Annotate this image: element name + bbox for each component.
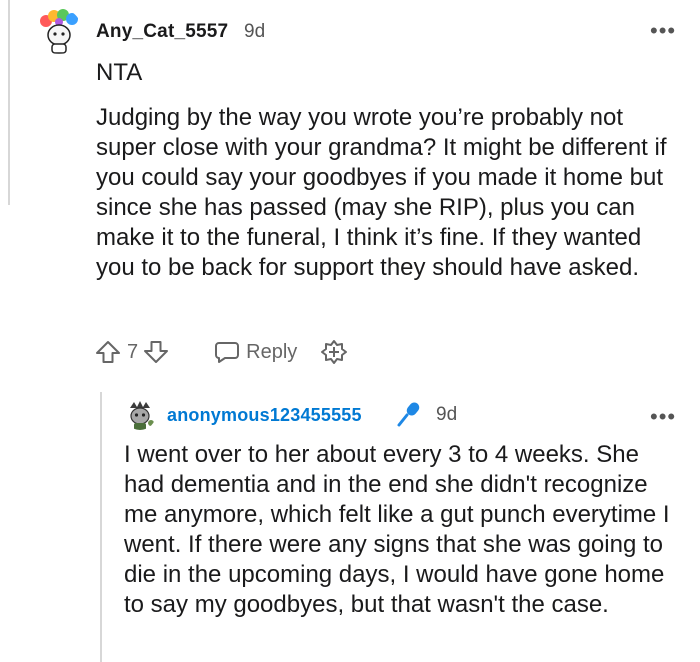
downvote-icon bbox=[144, 341, 169, 363]
avatar-icon bbox=[36, 8, 82, 54]
reply-label: Reply bbox=[246, 340, 298, 363]
reply-body: I went over to her about every 3 to 4 we… bbox=[124, 441, 670, 618]
microphone-icon bbox=[397, 402, 420, 427]
comment-actions: 7 Reply bbox=[94, 338, 349, 366]
reply-button[interactable]: Reply bbox=[214, 340, 297, 364]
reply-thread-line bbox=[100, 392, 102, 662]
upvote-icon bbox=[96, 341, 120, 363]
upvote-button[interactable] bbox=[94, 338, 122, 366]
award-button[interactable] bbox=[319, 338, 349, 366]
comment-verdict: NTA bbox=[96, 59, 143, 86]
award-icon bbox=[321, 340, 348, 364]
more-options-button[interactable]: ••• bbox=[650, 20, 676, 42]
comment-age: 9d bbox=[244, 21, 266, 42]
speech-bubble-icon bbox=[215, 342, 240, 363]
user-avatar[interactable] bbox=[36, 8, 82, 54]
reply-username[interactable]: anonymous123455555 bbox=[167, 405, 362, 426]
thread-line bbox=[8, 0, 10, 205]
reply-more-options-button[interactable]: ••• bbox=[650, 406, 676, 428]
reply-avatar[interactable] bbox=[124, 398, 156, 430]
downvote-button[interactable] bbox=[142, 338, 170, 366]
reply-age: 9d bbox=[436, 404, 458, 425]
comment-text: Judging by the way you wrote you’re prob… bbox=[96, 104, 667, 281]
comment-body: NTA Judging by the way you wrote you’re … bbox=[96, 58, 686, 283]
comment-username[interactable]: Any_Cat_5557 bbox=[96, 21, 228, 43]
reply-avatar-icon bbox=[124, 398, 156, 430]
vote-count: 7 bbox=[127, 340, 139, 363]
